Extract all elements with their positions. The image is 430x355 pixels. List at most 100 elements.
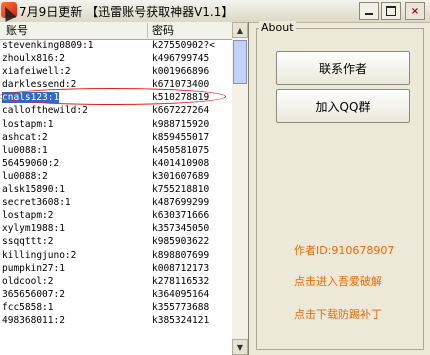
account-text: lostapm:1 xyxy=(2,118,54,130)
column-header-account[interactable]: 账号 xyxy=(0,23,148,38)
account-list[interactable]: 账号 密码 stevenking0809:1 k27550902?< zhoulx8… xyxy=(0,22,249,355)
maximize-button[interactable] xyxy=(381,2,401,20)
password-cell: k355773688 xyxy=(152,301,210,313)
join-qq-group-button[interactable]: 加入QQ群 xyxy=(276,89,410,123)
account-cell: ashcat:2 xyxy=(2,131,150,144)
account-cell: alsk15890:1 xyxy=(2,183,150,196)
maximize-icon xyxy=(386,6,396,16)
password-cell: k487699299 xyxy=(152,197,210,209)
account-text: ssqqttt:2 xyxy=(2,236,54,248)
account-text: 56459060:2 xyxy=(2,157,60,169)
account-cell: pumpkin27:1 xyxy=(2,262,150,275)
table-row[interactable]: lostapm:2 k630371666 xyxy=(0,209,232,222)
close-icon: × xyxy=(410,5,420,17)
column-header-password[interactable]: 密码 xyxy=(150,23,232,38)
table-row[interactable]: stevenking0809:1 k27550902?< xyxy=(0,39,232,52)
account-text: oldcool:2 xyxy=(2,275,54,287)
forum-link[interactable]: 点击进入吾爱破解 xyxy=(294,273,382,289)
account-text: xylym1988:1 xyxy=(2,223,65,235)
password-cell: k859455017 xyxy=(152,131,210,143)
table-row[interactable]: lu0088:2 k301607689 xyxy=(0,170,232,183)
password-cell: k27550902?< xyxy=(152,40,215,51)
account-text: 365656007:2 xyxy=(2,288,65,300)
password-cell: k985903622 xyxy=(152,236,210,248)
password-cell: k301607689 xyxy=(152,170,210,182)
password-cell: k364095164 xyxy=(152,288,210,300)
title-bar[interactable]: 7月9日更新 【迅雷账号获取神器V1.1】 × xyxy=(0,0,430,23)
password-cell: k671073400 xyxy=(152,79,210,91)
password-cell: k357345050 xyxy=(152,223,210,235)
table-row[interactable]: secret3608:1 k487699299 xyxy=(0,196,232,209)
scroll-up-icon[interactable]: ▲ xyxy=(232,22,248,38)
scroll-down-icon[interactable]: ▼ xyxy=(232,339,248,355)
account-text: lu0088:2 xyxy=(2,170,48,182)
account-text: xiafeiwell:2 xyxy=(2,66,71,78)
password-cell: k008712173 xyxy=(152,262,210,274)
password-cell: k667227264 xyxy=(152,105,210,117)
minimize-icon xyxy=(365,13,373,15)
account-cell: xylym1988:1 xyxy=(2,222,150,235)
table-row[interactable]: darklessend:2 k671073400 xyxy=(0,78,232,91)
account-cell: 56459060:2 xyxy=(2,157,150,170)
password-cell: k988715920 xyxy=(152,118,210,130)
password-cell: k278116532 xyxy=(152,275,210,287)
account-cell: lu0088:2 xyxy=(2,170,150,183)
patch-download-link[interactable]: 点击下载防踢补丁 xyxy=(294,306,382,322)
list-header: 账号 密码 xyxy=(0,22,232,40)
account-cell: oldcool:2 xyxy=(2,275,150,288)
table-row[interactable]: fcc5858:1 k355773688 xyxy=(0,301,232,314)
account-text: darklessend:2 xyxy=(2,79,77,91)
account-cell: fcc5858:1 xyxy=(2,301,150,314)
scroll-thumb[interactable] xyxy=(233,40,247,84)
password-cell: k385324121 xyxy=(152,314,210,326)
password-cell: k630371666 xyxy=(152,210,210,222)
minimize-button[interactable] xyxy=(359,2,379,20)
account-cell: xiafeiwell:2 xyxy=(2,65,150,78)
table-row[interactable]: ashcat:2 k859455017 xyxy=(0,131,232,144)
table-row[interactable]: alsk15890:1 k755218810 xyxy=(0,183,232,196)
table-row[interactable]: 56459060:2 k401410908 xyxy=(0,157,232,170)
account-text: cnals123:1 xyxy=(2,92,60,104)
password-cell: k401410908 xyxy=(152,157,210,169)
account-cell: lostapm:1 xyxy=(2,118,150,131)
password-cell: k755218810 xyxy=(152,184,210,196)
account-cell: lostapm:2 xyxy=(2,209,150,222)
table-row[interactable]: cnals123:1 k510278819 xyxy=(0,88,232,106)
account-text: fcc5858:1 xyxy=(2,301,54,313)
close-button[interactable]: × xyxy=(405,2,425,20)
account-text: alsk15890:1 xyxy=(2,184,65,196)
table-row[interactable]: ssqqttt:2 k985903622 xyxy=(0,235,232,248)
table-row[interactable]: zhoulx816:2 k496799745 xyxy=(0,52,232,65)
table-row[interactable]: xiafeiwell:2 k001966896 xyxy=(0,65,232,78)
account-cell: secret3608:1 xyxy=(2,196,150,209)
account-text: pumpkin27:1 xyxy=(2,262,65,274)
account-text: zhoulx816:2 xyxy=(2,53,65,65)
window-title: 7月9日更新 【迅雷账号获取神器V1.1】 xyxy=(19,5,234,19)
list-rows: stevenking0809:1 k27550902?< zhoulx816:2 k4… xyxy=(0,39,232,355)
account-cell: zhoulx816:2 xyxy=(2,52,150,65)
password-cell: k450581075 xyxy=(152,144,210,156)
account-cell: ssqqttt:2 xyxy=(2,235,150,248)
table-row[interactable]: pumpkin27:1 k008712173 xyxy=(0,262,232,275)
account-text: secret3608:1 xyxy=(2,197,71,209)
account-cell: cnals123:1 xyxy=(2,91,150,104)
author-id-label: 作者ID:910678907 xyxy=(294,244,395,257)
table-row[interactable]: 498368011:2 k385324121 xyxy=(0,314,232,327)
password-cell: k496799745 xyxy=(152,53,210,65)
about-group-title: About xyxy=(259,21,296,34)
account-text: lostapm:2 xyxy=(2,210,54,222)
contact-author-button[interactable]: 联系作者 xyxy=(276,51,410,85)
table-row[interactable]: lostapm:1 k988715920 xyxy=(0,118,232,131)
account-text: 498368011:2 xyxy=(2,314,65,326)
account-cell: darklessend:2 xyxy=(2,78,150,91)
table-row[interactable]: 365656007:2 k364095164 xyxy=(0,288,232,301)
table-row[interactable]: xylym1988:1 k357345050 xyxy=(0,222,232,235)
table-row[interactable]: killingjuno:2 k898807699 xyxy=(0,249,232,262)
table-row[interactable]: oldcool:2 k278116532 xyxy=(0,275,232,288)
account-text: callofthewild:2 xyxy=(2,105,88,117)
table-row[interactable]: callofthewild:2 k667227264 xyxy=(0,104,232,117)
table-row[interactable]: lu0088:1 k450581075 xyxy=(0,144,232,157)
vertical-scrollbar[interactable]: ▲ ▼ xyxy=(232,22,248,355)
password-cell: k001966896 xyxy=(152,66,210,78)
password-cell: k510278819 xyxy=(152,92,210,104)
